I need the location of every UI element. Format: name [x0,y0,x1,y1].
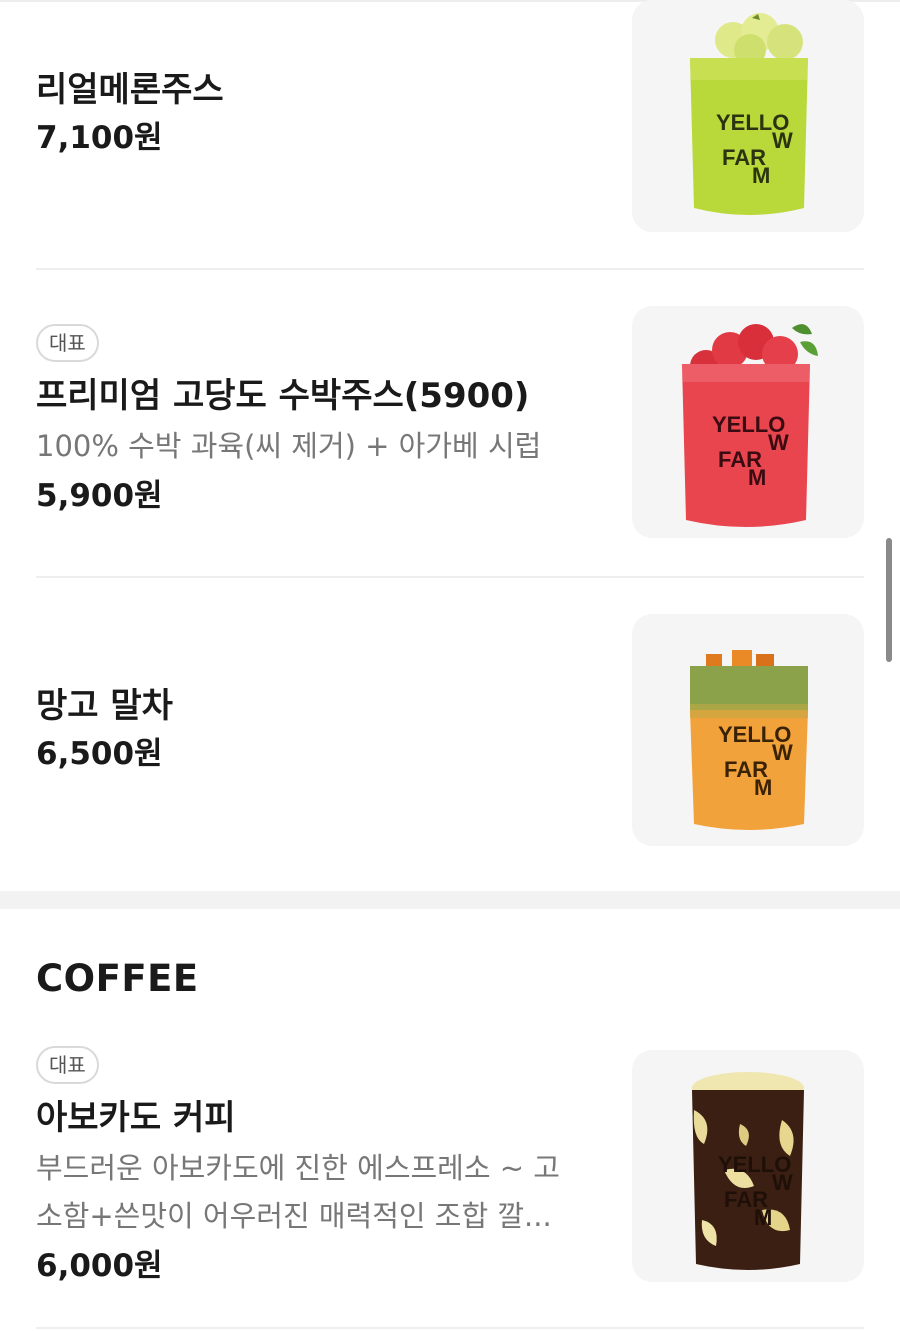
item-name: 리얼메론주스 [36,70,224,110]
menu-item-melon-juice[interactable]: 리얼메론주스 7,100원 YELLO W FAR M [0,0,900,268]
item-text: 대표 아보카도 커피 부드러운 아보카도에 진한 에스프레소 ~ 고 소함+쓴맛… [36,1046,596,1288]
svg-text:M: M [748,465,766,490]
item-description-line-1: 부드러운 아보카도에 진한 에스프레소 ~ 고 [36,1151,560,1185]
menu-item-watermelon-juice[interactable]: 대표 프리미엄 고당도 수박주스(5900) 100% 수박 과육(씨 제거) … [0,270,900,576]
item-name: 망고 말차 [36,686,173,726]
mango-matcha-cup-image[interactable]: YELLO W FAR M [632,614,864,846]
item-description-line-2: 소함+쓴맛이 어우러진 매력적인 조합 깔... [36,1199,552,1233]
item-description: 100% 수박 과육(씨 제거) + 아가베 시럽 [36,429,542,463]
svg-text:M: M [752,163,770,188]
signature-badge: 대표 [36,324,99,362]
signature-badge: 대표 [36,1046,99,1084]
scrollbar-thumb[interactable] [886,538,892,662]
svg-text:W: W [772,1170,793,1195]
item-text: 망고 말차 6,500원 [36,684,596,776]
item-divider [36,1327,864,1329]
section-title-coffee: COFFEE [36,957,199,1000]
section-separator [0,891,900,909]
item-price: 6,000원 [36,1248,163,1284]
item-name: 프리미엄 고당도 수박주스(5900) [36,376,530,416]
svg-text:M: M [754,1205,772,1230]
svg-text:M: M [754,775,772,800]
item-text: 리얼메론주스 7,100원 [36,68,596,160]
melon-juice-cup-image[interactable]: YELLO W FAR M [632,0,864,232]
item-price: 5,900원 [36,478,163,514]
menu-item-avocado-coffee[interactable]: 대표 아보카도 커피 부드러운 아보카도에 진한 에스프레소 ~ 고 소함+쓴맛… [0,1010,900,1326]
menu-page: 리얼메론주스 7,100원 YELLO W FAR M 대표 프리미엄 고당도 [0,0,900,1331]
avocado-coffee-cup-image[interactable]: YELLO W FAR M [632,1050,864,1282]
item-price: 6,500원 [36,736,163,772]
svg-text:W: W [772,128,793,153]
menu-item-mango-matcha[interactable]: 망고 말차 6,500원 YELLO W FAR M [0,578,900,878]
item-name: 아보카도 커피 [36,1098,236,1138]
svg-text:W: W [772,740,793,765]
item-price: 7,100원 [36,120,163,156]
item-text: 대표 프리미엄 고당도 수박주스(5900) 100% 수박 과육(씨 제거) … [36,324,596,518]
watermelon-juice-cup-image[interactable]: YELLO W FAR M [632,306,864,538]
svg-text:W: W [768,430,789,455]
